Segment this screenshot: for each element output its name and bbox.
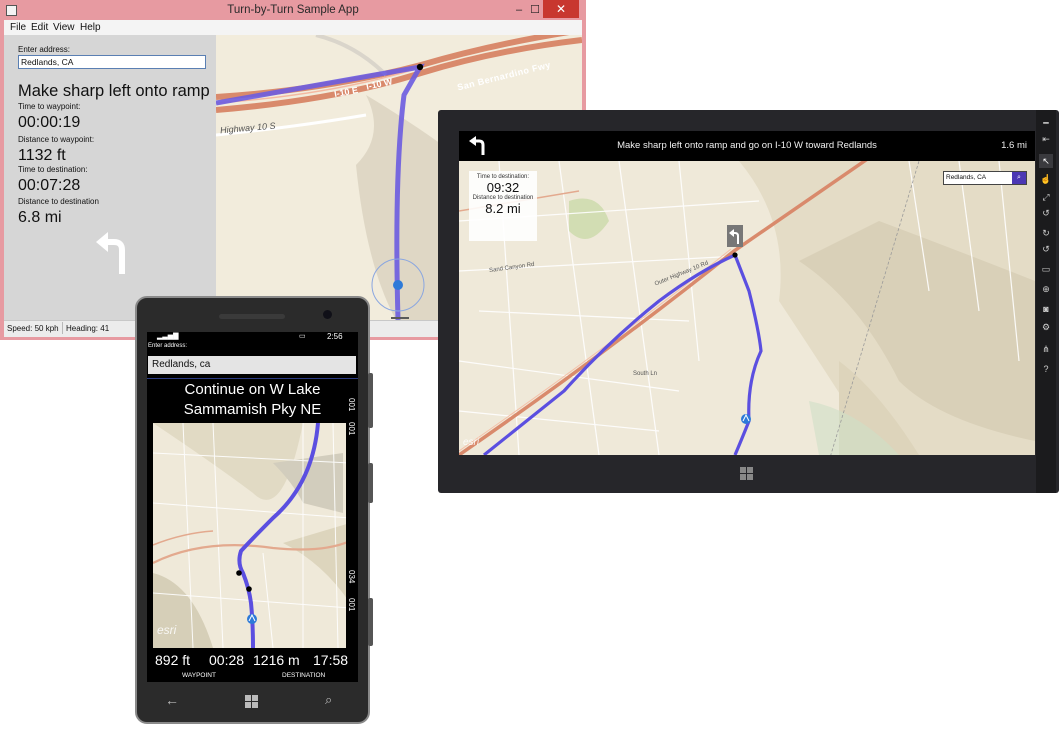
turn-instruction: Make sharp left onto ramp	[18, 82, 210, 100]
tablet-turn-instruction: Make sharp left onto ramp and go on I-10…	[617, 140, 877, 151]
heading-status: Heading: 41	[66, 324, 110, 333]
menu-help[interactable]: Help	[80, 22, 101, 33]
touch-mode-icon[interactable]: ☝	[1039, 172, 1053, 186]
phone-turn-instruction: Continue on W Lake Sammamish Pky NE	[147, 380, 358, 420]
phone-device: ▂▃▅▇ ▭ 2:56 Enter address: Redlands, ca …	[135, 296, 373, 724]
settings-icon[interactable]: ⚙	[1039, 320, 1053, 334]
instruction-line-2: Sammamish Pky NE	[183, 401, 322, 418]
navigation-panel: Enter address: Redlands, CA Make sharp l…	[4, 35, 216, 320]
menu-bar: File Edit View Help	[4, 20, 582, 35]
maximize-button[interactable]: ☐	[528, 0, 542, 20]
instruction-line-1: Continue on W Lake	[184, 381, 321, 398]
network-icon[interactable]: ⋔	[1039, 342, 1053, 356]
resolution-icon[interactable]: ▭	[1039, 262, 1053, 276]
tablet-time-value: 09:32	[486, 180, 520, 195]
tablet-map[interactable]: Sand Canyon Rd Outer Highway 10 Rd South…	[459, 161, 1035, 455]
rail-label-1: 001	[347, 398, 356, 412]
map-label-south: South Ln	[633, 371, 658, 377]
signal-icon: ▂▃▅▇	[157, 333, 179, 340]
phone-speaker	[219, 314, 285, 319]
destination-distance: 1216 m	[253, 652, 300, 668]
time-to-waypoint-value: 00:00:19	[18, 114, 81, 131]
minimize-button[interactable]: –	[510, 0, 528, 20]
phone-time: 2:56	[327, 332, 343, 341]
rail-label-2: 001	[347, 422, 356, 436]
destination-label: DESTINATION	[282, 672, 326, 679]
battery-icon: ▭	[299, 333, 306, 340]
distance-to-destination-value: 6.8 mi	[18, 209, 62, 226]
speed-status: Speed: 50 kph	[7, 324, 59, 333]
windows-start-icon[interactable]	[245, 695, 258, 708]
tablet-distance-value: 8.2 mi	[485, 201, 521, 216]
waypoint-distance: 892 ft	[155, 652, 191, 668]
rotation-touch-icon[interactable]: ↺	[1039, 206, 1053, 220]
menu-edit[interactable]: Edit	[31, 22, 48, 33]
turn-left-arrow-icon	[92, 230, 132, 276]
window-title: Turn-by-Turn Sample App	[227, 4, 359, 16]
tablet-trip-info: Time to destination: 09:32 Distance to d…	[469, 171, 537, 241]
destination-time: 17:58	[313, 652, 349, 668]
simulator-toolbar: ━ ⇤ ↖ ☝ ⤢ ↺ ↻ ↺ ▭ ⊕ ◙ ⚙ ⋔ ?	[1036, 110, 1056, 493]
enter-address-label: Enter address:	[18, 45, 71, 54]
search-icon[interactable]: ⌕	[1012, 172, 1026, 184]
front-camera	[323, 310, 332, 319]
menu-file[interactable]: File	[10, 22, 26, 33]
power-button[interactable]	[368, 463, 373, 503]
tablet-device: Make sharp left onto ramp and go on I-10…	[438, 110, 1059, 493]
distance-to-waypoint-value: 1132 ft	[18, 147, 66, 164]
tablet-search-input[interactable]: Redlands, CA	[946, 172, 986, 184]
phone-map[interactable]: esri	[153, 423, 350, 648]
tablet-search-box: Redlands, CA ⌕	[943, 171, 1027, 185]
rotate-clockwise-icon[interactable]: ↻	[1039, 226, 1053, 240]
rail-label-4: 001	[347, 598, 356, 612]
rotate-counterclockwise-icon[interactable]: ↺	[1039, 242, 1053, 256]
waypoint-label: WAYPOINT	[182, 672, 216, 679]
camera-button[interactable]	[368, 598, 373, 646]
phone-screen: ▂▃▅▇ ▭ 2:56 Enter address: Redlands, ca …	[147, 332, 358, 682]
tablet-instruction-bar: Make sharp left onto ramp and go on I-10…	[459, 131, 1035, 161]
address-input[interactable]: Redlands, CA	[18, 55, 206, 69]
tablet-distance: 1.6 mi	[1001, 140, 1027, 151]
rail-label-3: 034	[347, 570, 356, 584]
divider	[147, 378, 358, 379]
distance-to-destination-label: Distance to destination	[18, 197, 99, 206]
windows-button-icon[interactable]	[740, 467, 753, 480]
phone-address-input[interactable]: Redlands, ca	[148, 356, 356, 374]
help-icon[interactable]: ?	[1039, 362, 1053, 376]
phone-route-rail: 001 001 034 001	[346, 390, 357, 652]
tablet-screen: Make sharp left onto ramp and go on I-10…	[459, 131, 1035, 455]
distance-to-waypoint-label: Distance to waypoint:	[18, 135, 95, 144]
volume-button[interactable]	[368, 373, 373, 428]
mouse-mode-icon[interactable]: ↖	[1039, 154, 1053, 168]
back-arrow-icon[interactable]: ←	[165, 692, 179, 708]
esri-logo: esri	[463, 437, 480, 448]
phone-esri-logo: esri	[157, 623, 177, 637]
search-icon[interactable]: ⌕	[325, 692, 332, 708]
camera-icon[interactable]: ◙	[1039, 302, 1053, 316]
turn-left-arrow-icon	[467, 135, 489, 157]
waypoint-time: 00:28	[209, 652, 245, 668]
time-to-destination-value: 00:07:28	[18, 177, 81, 194]
time-to-waypoint-label: Time to waypoint:	[18, 102, 81, 111]
location-icon[interactable]: ⊕	[1039, 282, 1053, 296]
minimize-icon[interactable]: ━	[1039, 116, 1053, 130]
phone-enter-address-label: Enter address:	[148, 343, 188, 349]
pin-icon[interactable]: ⇤	[1039, 132, 1053, 146]
pinch-zoom-icon[interactable]: ⤢	[1039, 190, 1053, 204]
close-button[interactable]: ✕	[543, 0, 579, 18]
menu-view[interactable]: View	[53, 22, 75, 33]
time-to-destination-label: Time to destination:	[18, 165, 88, 174]
status-divider	[62, 322, 63, 334]
